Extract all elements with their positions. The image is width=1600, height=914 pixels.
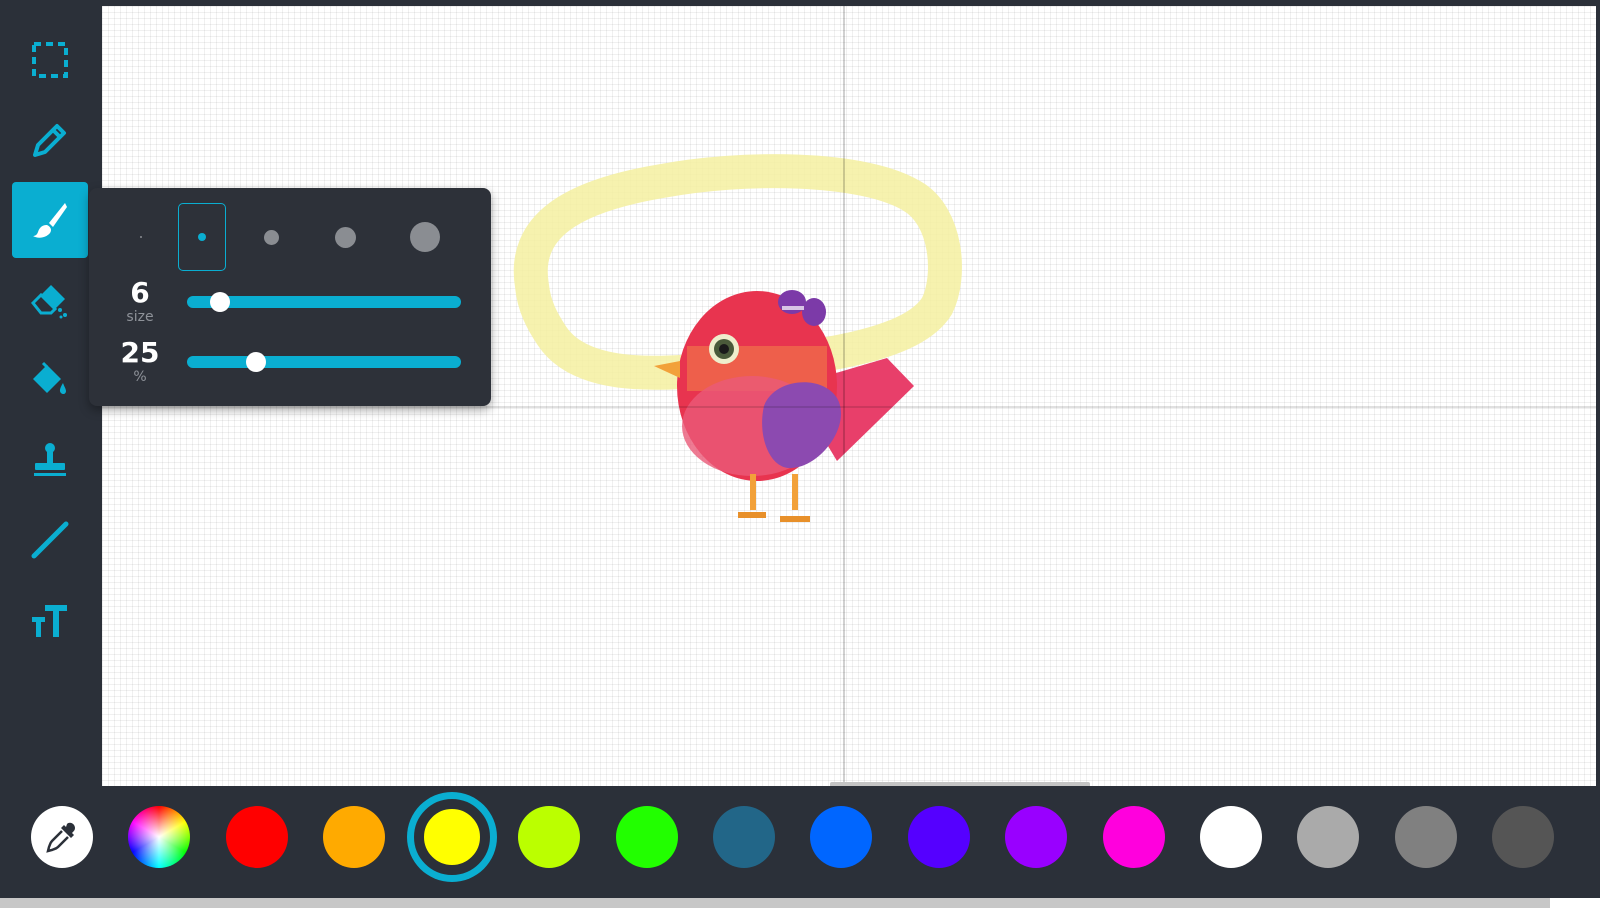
selection-icon bbox=[32, 42, 68, 78]
color-palette bbox=[0, 790, 1600, 900]
color-swatch-2[interactable] bbox=[323, 806, 385, 868]
brush-settings-popup: 6 size 25 % bbox=[89, 188, 491, 406]
color-swatch-11[interactable] bbox=[1200, 806, 1262, 868]
brush-size-slider[interactable] bbox=[187, 292, 461, 312]
eyedropper-icon bbox=[46, 822, 75, 853]
brush-size-value: 6 bbox=[130, 276, 150, 309]
vertical-guide-line bbox=[843, 6, 845, 786]
brush-size-preset-4[interactable] bbox=[321, 203, 369, 271]
pencil-tool-button[interactable] bbox=[12, 102, 88, 178]
bird-leg bbox=[750, 474, 756, 510]
stamp-icon bbox=[34, 443, 66, 476]
brush-size-preset-1[interactable] bbox=[117, 203, 165, 271]
color-swatch-3[interactable] bbox=[414, 799, 490, 875]
color-swatch-8[interactable] bbox=[908, 806, 970, 868]
brush-size-preset-2[interactable] bbox=[178, 203, 226, 271]
brush-opacity-value: 25 bbox=[120, 336, 160, 369]
brush-opacity-label: % bbox=[133, 369, 147, 385]
color-swatch-10[interactable] bbox=[1103, 806, 1165, 868]
eraser-icon bbox=[30, 285, 67, 319]
select-tool-button[interactable] bbox=[12, 22, 88, 98]
bird-wing bbox=[762, 382, 841, 469]
brush-size-preset-5[interactable] bbox=[401, 203, 449, 271]
bottom-scrollbar-track bbox=[0, 898, 1600, 914]
color-swatch-6[interactable] bbox=[713, 806, 775, 868]
page-horizontal-scrollbar[interactable] bbox=[0, 898, 1550, 908]
color-swatch-12[interactable] bbox=[1297, 806, 1359, 868]
text-tool-button[interactable] bbox=[12, 582, 88, 658]
text-icon bbox=[32, 605, 67, 637]
brush-size-slider-knob[interactable] bbox=[209, 292, 230, 312]
eraser-tool-button[interactable] bbox=[12, 262, 88, 338]
tool-sidebar bbox=[0, 0, 102, 790]
eyedropper-button[interactable] bbox=[31, 806, 93, 868]
color-swatch-4[interactable] bbox=[518, 806, 580, 868]
color-swatch-7[interactable] bbox=[810, 806, 872, 868]
brush-opacity-slider-knob[interactable] bbox=[245, 352, 266, 372]
bird-bow bbox=[778, 290, 806, 314]
pencil-icon bbox=[33, 124, 66, 157]
color-swatch-9[interactable] bbox=[1005, 806, 1067, 868]
horizontal-guide-line bbox=[102, 406, 1596, 408]
fill-tool-button[interactable] bbox=[12, 342, 88, 418]
canvas-horizontal-scrollbar[interactable] bbox=[830, 782, 1090, 786]
color-swatch-5[interactable] bbox=[616, 806, 678, 868]
brush-size-preset-3[interactable] bbox=[247, 203, 295, 271]
brush-tool-button[interactable] bbox=[12, 182, 88, 258]
color-swatch-14[interactable] bbox=[1492, 806, 1554, 868]
color-swatch-13[interactable] bbox=[1395, 806, 1457, 868]
bird-eye bbox=[719, 344, 729, 354]
brush-opacity-slider[interactable] bbox=[187, 352, 461, 372]
color-wheel-button[interactable] bbox=[128, 806, 190, 868]
line-tool-button[interactable] bbox=[12, 502, 88, 578]
color-swatch-1[interactable] bbox=[226, 806, 288, 868]
brush-icon bbox=[33, 203, 67, 238]
stamp-tool-button[interactable] bbox=[12, 422, 88, 498]
line-icon bbox=[31, 521, 69, 559]
paint-bucket-icon bbox=[33, 361, 66, 395]
brush-size-label: size bbox=[126, 309, 154, 325]
